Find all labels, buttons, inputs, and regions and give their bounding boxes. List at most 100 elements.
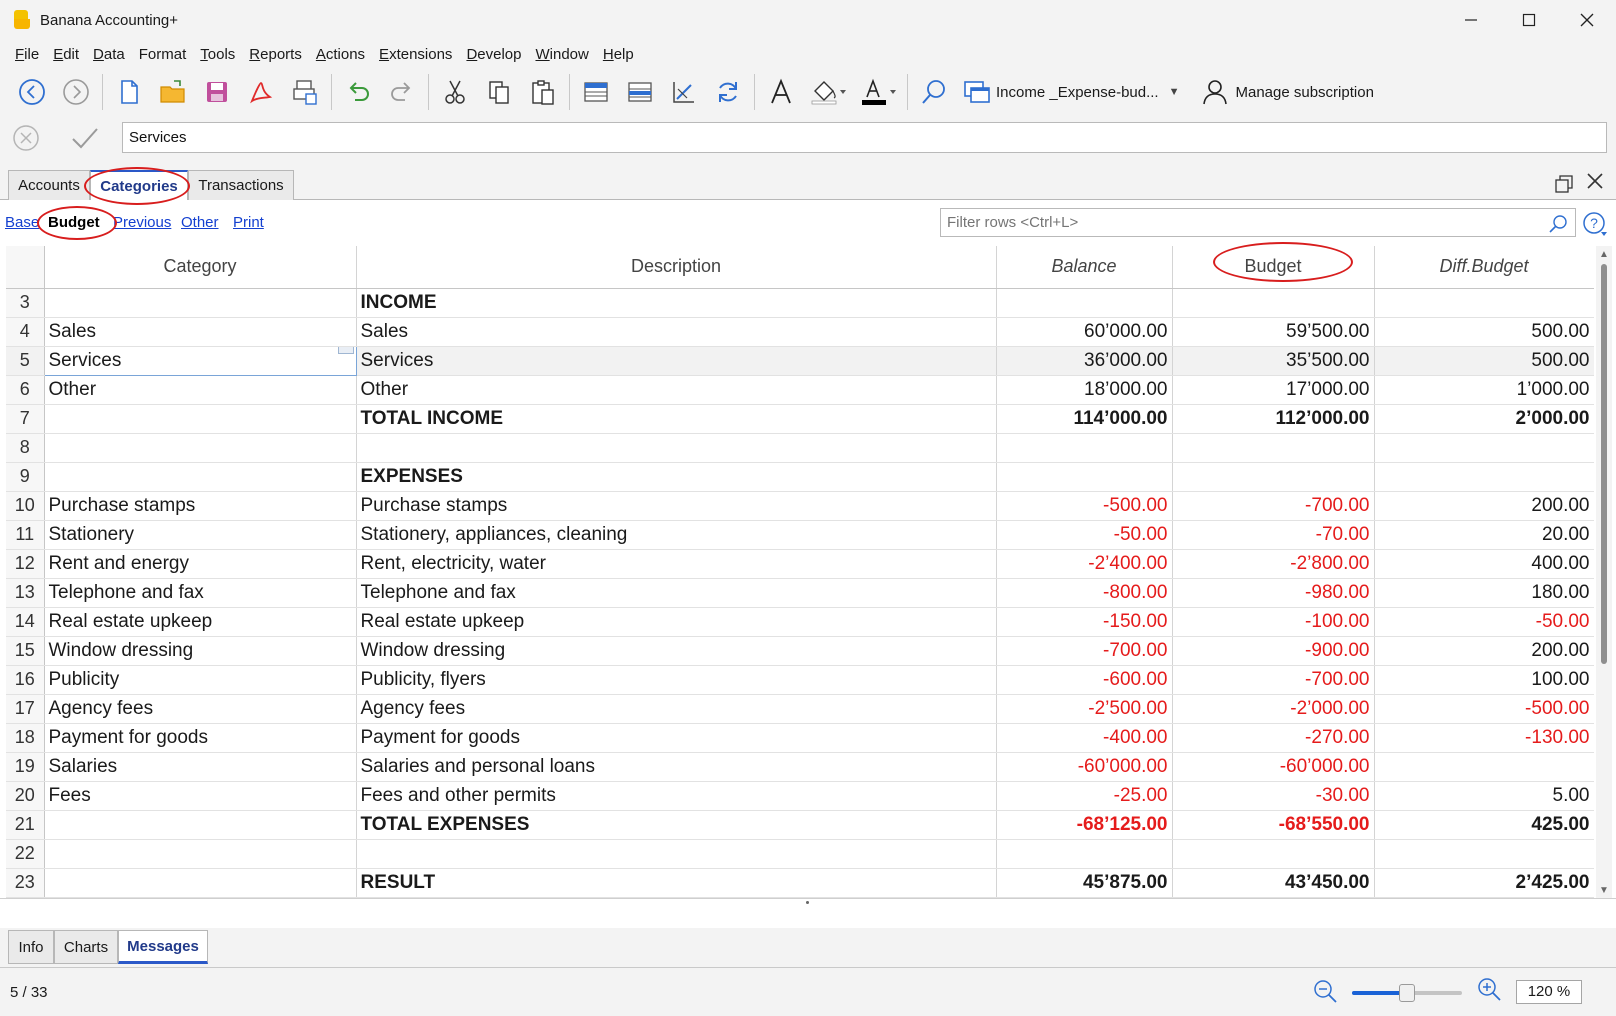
search-icon[interactable]	[1548, 214, 1568, 234]
cell-balance[interactable]: -600.00	[996, 665, 1173, 695]
cell-budget[interactable]	[1172, 462, 1375, 492]
table-row[interactable]: 20 Fees Fees and other permits -25.00 -30.00…	[6, 781, 1594, 811]
table-row[interactable]: 18 Payment for goods Payment for goods -400…	[6, 723, 1594, 753]
menu-extensions[interactable]: Extensions	[372, 46, 459, 63]
cell-budget[interactable]: -700.00	[1172, 491, 1375, 521]
restore-window-icon[interactable]	[1554, 174, 1574, 194]
cell-balance[interactable]	[996, 839, 1173, 869]
cell-balance[interactable]: -68’125.00	[996, 810, 1173, 840]
cell-description[interactable]	[356, 433, 997, 463]
cell-budget[interactable]: -900.00	[1172, 636, 1375, 666]
table-row[interactable]: 23 RESULT 45’875.00 43’450.00 2’425.00	[6, 868, 1594, 898]
menu-data[interactable]: Data	[86, 46, 132, 63]
cell-diff-budget[interactable]: 20.00	[1374, 520, 1594, 550]
cell-balance[interactable]: -25.00	[996, 781, 1173, 811]
column-setup-button[interactable]	[662, 72, 706, 112]
cell-budget[interactable]: -68’550.00	[1172, 810, 1375, 840]
column-header-balance[interactable]: Balance	[996, 246, 1173, 289]
undo-button[interactable]	[336, 72, 380, 112]
zoom-level[interactable]: 120 %	[1516, 980, 1582, 1004]
cell-balance[interactable]: -2’500.00	[996, 694, 1173, 724]
view-base[interactable]: Base	[5, 214, 39, 231]
cell-balance[interactable]: 18’000.00	[996, 375, 1173, 405]
cell-category[interactable]: Rent and energy	[44, 549, 357, 579]
document-selector[interactable]: Income _Expense-bud... ▼	[962, 72, 1180, 112]
cell-category[interactable]	[44, 404, 357, 434]
cell-balance[interactable]: -50.00	[996, 520, 1173, 550]
cell-budget[interactable]: -2’000.00	[1172, 694, 1375, 724]
cell-balance[interactable]: -150.00	[996, 607, 1173, 637]
cell-diff-budget[interactable]: 400.00	[1374, 549, 1594, 579]
table-row[interactable]: 14 Real estate upkeep Real estate upkeep -1…	[6, 607, 1594, 637]
find-button[interactable]	[912, 72, 956, 112]
cell-description[interactable]: Rent, electricity, water	[356, 549, 997, 579]
table-row[interactable]: 19 Salaries Salaries and personal loans -60…	[6, 752, 1594, 782]
cell-budget[interactable]: 35’500.00	[1172, 346, 1375, 376]
table-row[interactable]: 10 Purchase stamps Purchase stamps -500.00-…	[6, 491, 1594, 521]
cell-diff-budget[interactable]	[1374, 462, 1594, 492]
table-row[interactable]: 3 INCOME	[6, 288, 1594, 318]
tab-accounts[interactable]: Accounts	[8, 170, 90, 200]
cell-description[interactable]: TOTAL EXPENSES	[356, 810, 997, 840]
cell-balance[interactable]	[996, 433, 1173, 463]
menu-actions[interactable]: Actions	[309, 46, 372, 63]
zoom-slider-thumb[interactable]	[1399, 984, 1415, 1002]
table-row[interactable]: 21 TOTAL EXPENSES -68’125.00 -68’550.00 425.…	[6, 810, 1594, 840]
zoom-slider[interactable]	[1352, 984, 1462, 1002]
cell-diff-budget[interactable]	[1374, 433, 1594, 463]
cell-budget[interactable]: -100.00	[1172, 607, 1375, 637]
help-icon[interactable]: ?	[1582, 211, 1608, 237]
cell-diff-budget[interactable]: 200.00	[1374, 636, 1594, 666]
cell-balance[interactable]	[996, 288, 1173, 318]
cell-description[interactable]: Salaries and personal loans	[356, 752, 997, 782]
cell-description[interactable]: TOTAL INCOME	[356, 404, 997, 434]
zoom-in-icon[interactable]	[1476, 976, 1502, 1002]
insert-rows-button[interactable]	[574, 72, 618, 112]
view-previous[interactable]: Previous	[113, 214, 171, 231]
tab-info[interactable]: Info	[8, 930, 54, 964]
cell-diff-budget[interactable]: 500.00	[1374, 346, 1594, 376]
column-header-diff-budget[interactable]: Diff.Budget	[1374, 246, 1594, 289]
cell-category[interactable]	[44, 810, 357, 840]
redo-button[interactable]	[380, 72, 424, 112]
vertical-scrollbar[interactable]: ▲ ▼	[1596, 246, 1612, 898]
cell-balance[interactable]: -700.00	[996, 636, 1173, 666]
zoom-out-icon[interactable]	[1312, 978, 1338, 1004]
table-row[interactable]: 17 Agency fees Agency fees -2’500.00 -2’000.…	[6, 694, 1594, 724]
cell-diff-budget[interactable]	[1374, 752, 1594, 782]
cell-diff-budget[interactable]: 2’425.00	[1374, 868, 1594, 898]
cell-budget[interactable]: 43’450.00	[1172, 868, 1375, 898]
cell-description[interactable]	[356, 839, 997, 869]
cell-description[interactable]: Stationery, appliances, cleaning	[356, 520, 997, 550]
maximize-button[interactable]	[1500, 0, 1558, 40]
cell-budget[interactable]: 59’500.00	[1172, 317, 1375, 347]
cell-budget[interactable]	[1172, 288, 1375, 318]
cell-category[interactable]: Window dressing	[44, 636, 357, 666]
cell-category[interactable]: Agency fees	[44, 694, 357, 724]
back-button[interactable]	[10, 72, 54, 112]
cell-balance[interactable]: 114’000.00	[996, 404, 1173, 434]
cell-balance[interactable]: -60’000.00	[996, 752, 1173, 782]
table-row[interactable]: 4 Sales Sales 60’000.00 59’500.00 500.00	[6, 317, 1594, 347]
scrollbar-thumb[interactable]	[1601, 264, 1607, 664]
table-row[interactable]: 11 Stationery Stationery, appliances, clea…	[6, 520, 1594, 550]
tab-messages[interactable]: Messages	[118, 930, 208, 964]
table-row[interactable]: 12 Rent and energy Rent, electricity, wate…	[6, 549, 1594, 579]
font-button[interactable]	[759, 72, 803, 112]
open-file-button[interactable]	[151, 72, 195, 112]
cell-description[interactable]: Window dressing	[356, 636, 997, 666]
panel-splitter[interactable]	[0, 898, 1616, 906]
column-header-description[interactable]: Description	[356, 246, 997, 289]
cell-description[interactable]: Telephone and fax	[356, 578, 997, 608]
cell-budget[interactable]: -270.00	[1172, 723, 1375, 753]
cell-diff-budget[interactable]	[1374, 288, 1594, 318]
copy-button[interactable]	[477, 72, 521, 112]
menu-format[interactable]: Format	[132, 46, 194, 63]
cell-diff-budget[interactable]: 500.00	[1374, 317, 1594, 347]
fill-color-button[interactable]	[803, 72, 853, 112]
cell-category[interactable]: Payment for goods	[44, 723, 357, 753]
cell-category[interactable]	[44, 433, 357, 463]
cell-description[interactable]: Sales	[356, 317, 997, 347]
cell-balance[interactable]: 45’875.00	[996, 868, 1173, 898]
table-row[interactable]: 5 Services Services 36’000.00 35’500.00 500.0…	[6, 345, 1594, 376]
